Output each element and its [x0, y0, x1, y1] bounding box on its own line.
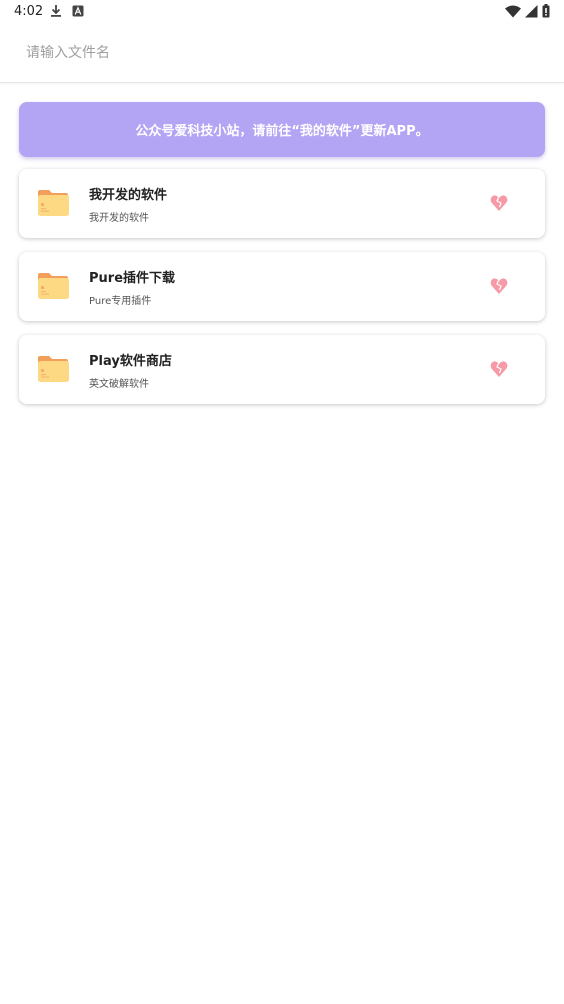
signal-icon [525, 4, 538, 17]
notice-banner-text: 公众号爱科技小站，请前往“我的软件”更新APP。 [135, 124, 429, 139]
app-a-icon [72, 5, 84, 17]
search-input[interactable] [24, 40, 528, 66]
list-item-my-software[interactable]: 我开发的软件 我开发的软件 [19, 169, 545, 238]
status-right-icons [505, 4, 550, 18]
status-time: 4:02 [14, 4, 44, 19]
heart-icon[interactable] [489, 276, 509, 296]
folder-icon [38, 273, 69, 299]
list-item-play-store[interactable]: Play软件商店 英文破解软件 [19, 335, 545, 404]
search-bar [0, 24, 564, 83]
list-item-title: Play软件商店 [89, 354, 172, 369]
list-item-subtitle: 我开发的软件 [89, 213, 149, 224]
wifi-icon [505, 5, 521, 17]
folder-icon [38, 190, 69, 216]
list-item-title: Pure插件下载 [89, 271, 176, 286]
list-item-title: 我开发的软件 [89, 188, 168, 203]
status-bar: 4:02 [0, 0, 564, 24]
list-item-subtitle: 英文破解软件 [89, 379, 149, 390]
folder-icon [38, 356, 69, 382]
battery-icon [542, 4, 550, 18]
heart-icon[interactable] [489, 359, 509, 379]
status-left-icons [50, 4, 84, 18]
notice-banner[interactable]: 公众号爱科技小站，请前往“我的软件”更新APP。 [19, 102, 545, 157]
list-item-subtitle: Pure专用插件 [89, 296, 152, 307]
heart-icon[interactable] [489, 193, 509, 213]
list-item-pure-plugins[interactable]: Pure插件下载 Pure专用插件 [19, 252, 545, 321]
download-icon [51, 5, 61, 17]
